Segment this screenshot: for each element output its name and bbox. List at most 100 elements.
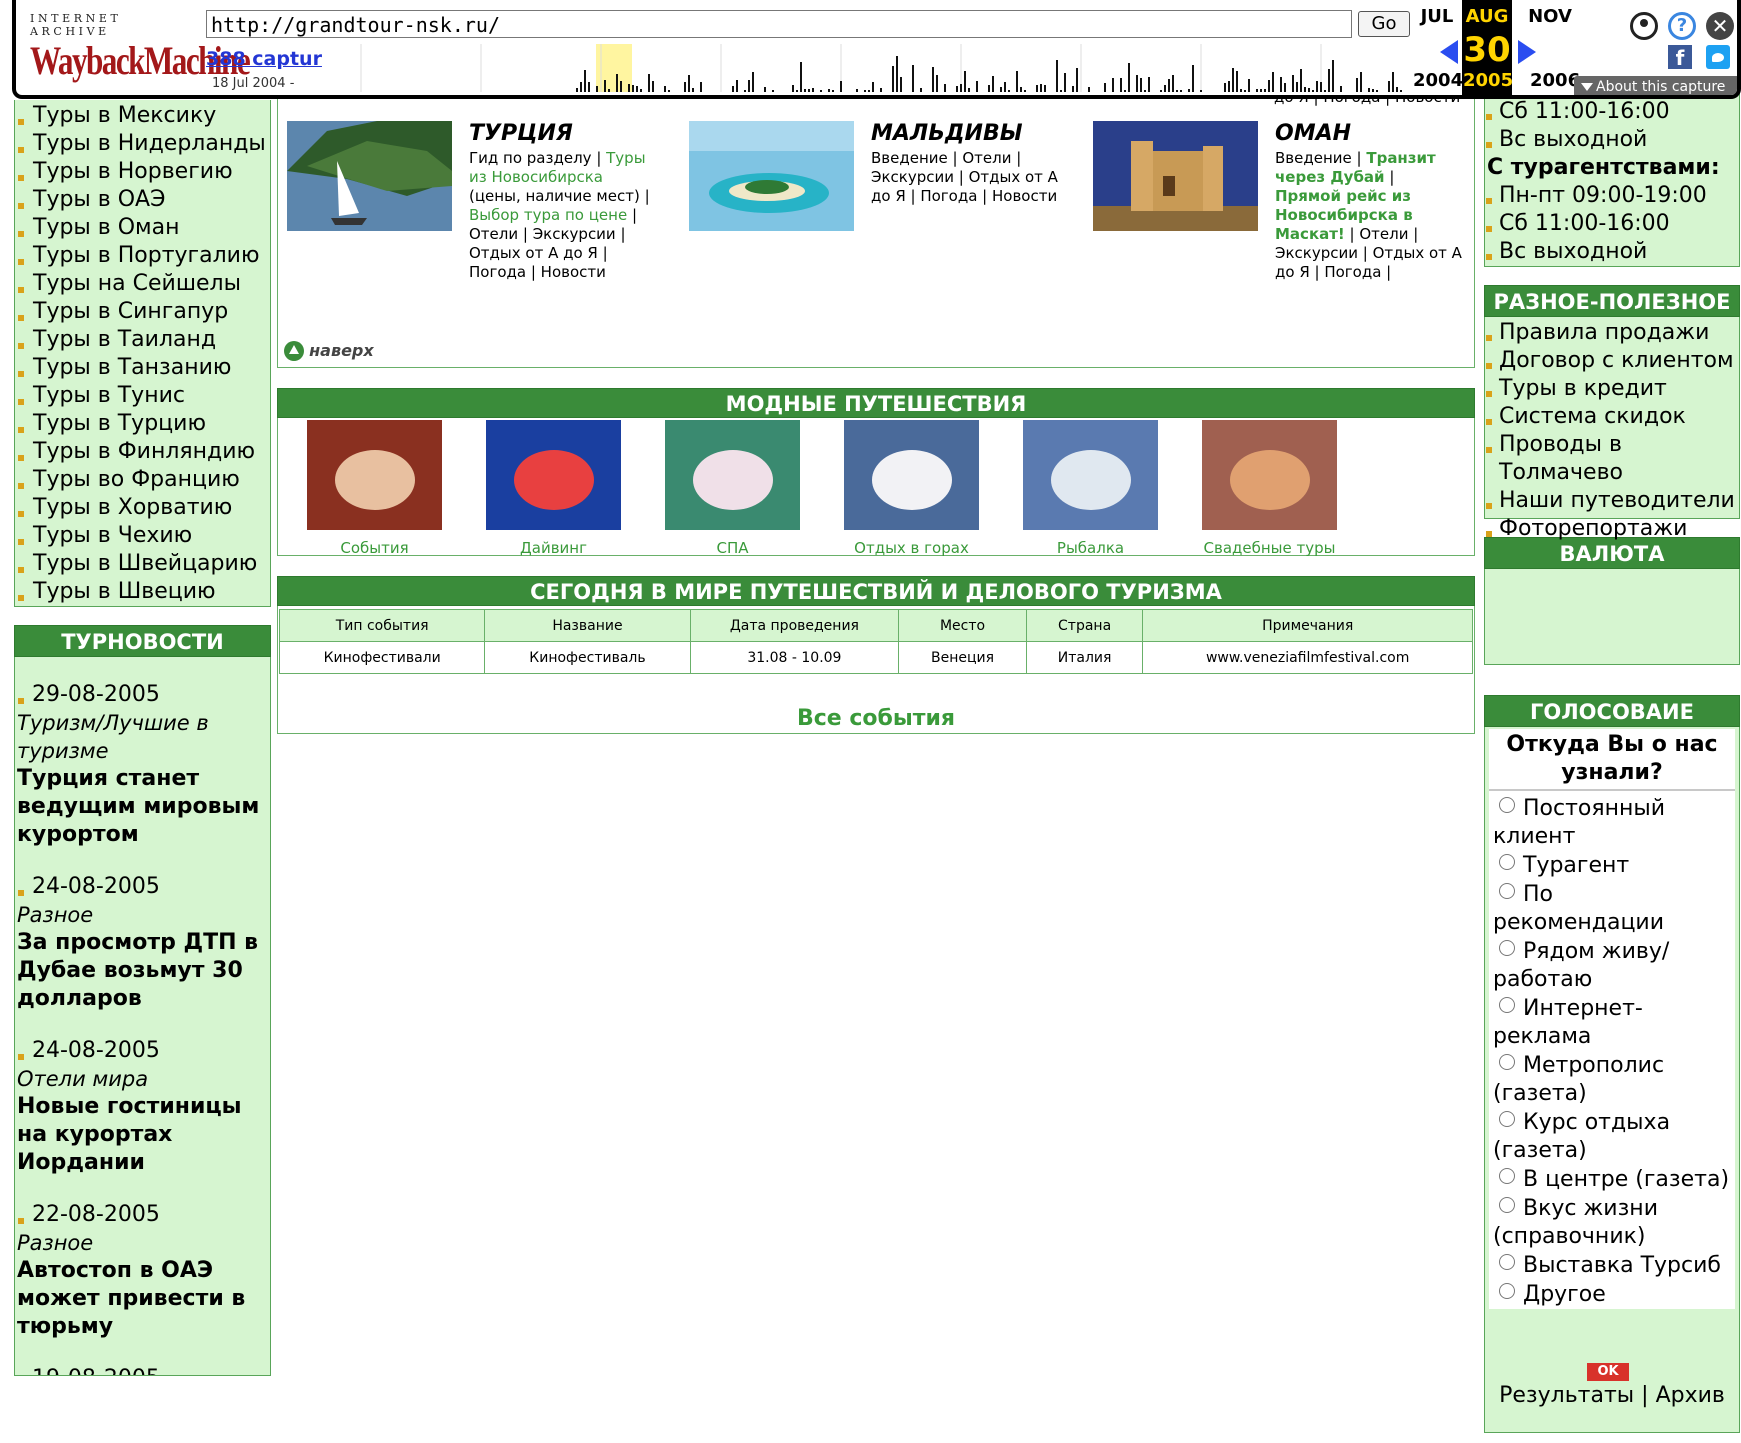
country-menu-item[interactable]: Туры на Сейшелы [15, 270, 270, 298]
fashion-tile-label[interactable]: Свадебные туры [1202, 539, 1337, 557]
poll-radio[interactable] [1499, 883, 1515, 899]
country-menu-item[interactable]: Туры в Чехию [15, 522, 270, 550]
poll-results-link[interactable]: Результаты [1499, 1383, 1634, 1408]
wayback-logo[interactable]: INTERNET ARCHIVE WaybackMachine [30, 12, 251, 88]
facebook-icon[interactable]: f [1668, 45, 1692, 70]
poll-archive-link[interactable]: Архив [1656, 1383, 1725, 1408]
fashion-tile[interactable]: СПА [665, 420, 800, 557]
country-menu-item[interactable]: Туры в Тунис [15, 382, 270, 410]
country-menu-item[interactable]: Туры в Таиланд [15, 326, 270, 354]
poll-radio[interactable] [1499, 1283, 1515, 1299]
turkey-image[interactable] [287, 121, 452, 231]
maldives-image[interactable] [689, 121, 854, 231]
help-icon[interactable]: ? [1668, 12, 1696, 40]
country-menu-item[interactable]: Туры в Танзанию [15, 354, 270, 382]
poll-option[interactable]: По рекомендации [1493, 881, 1731, 937]
fashion-tile-image[interactable] [307, 420, 442, 530]
useful-item[interactable]: Договор с клиентом [1485, 347, 1739, 375]
oman-image[interactable] [1093, 121, 1258, 231]
poll-radio[interactable] [1499, 1168, 1515, 1184]
poll-radio[interactable] [1499, 1054, 1515, 1070]
capture-sparkline[interactable] [326, 44, 1406, 92]
fashion-tile-image[interactable] [1202, 420, 1337, 530]
poll-radio[interactable] [1499, 854, 1515, 870]
poll-option[interactable]: Интернет-реклама [1493, 995, 1731, 1051]
back-to-top[interactable]: наверх [284, 340, 374, 362]
fashion-tile-image[interactable] [665, 420, 800, 530]
useful-item[interactable]: Наши путеводители [1485, 487, 1739, 515]
useful-item[interactable]: Туры в кредит [1485, 375, 1739, 403]
country-menu-item[interactable]: Туры в Финляндию [15, 438, 270, 466]
news-item[interactable]: 22-08-2005 Разное Автостоп в ОАЭ может при… [17, 1201, 268, 1341]
news-title[interactable]: Новые гостиницы на курортах Иордании [17, 1093, 268, 1177]
news-category[interactable]: Разное [17, 901, 268, 929]
country-menu-item[interactable]: Туры в Оман [15, 214, 270, 242]
poll-radio[interactable] [1499, 1254, 1515, 1270]
news-item[interactable]: 24-08-2005 Отели мира Новые гостиницы на к… [17, 1037, 268, 1177]
country-menu-item[interactable]: Туры в Мексику [15, 102, 270, 130]
maldives-title[interactable]: МАЛЬДИВЫ [871, 121, 1023, 146]
news-category[interactable]: Отели мира [17, 1065, 268, 1093]
turkey-title[interactable]: ТУРЦИЯ [469, 121, 573, 146]
poll-option[interactable]: Вкус жизни (справочник) [1493, 1195, 1731, 1251]
go-button[interactable]: Go [1358, 11, 1410, 37]
news-item[interactable]: 19-08-2005 [17, 1365, 268, 1375]
news-title[interactable]: Автостоп в ОАЭ может привести в тюрьму [17, 1257, 268, 1341]
news-category[interactable]: Разное [17, 1229, 268, 1257]
news-category[interactable]: Туризм/Лучшие в туризме [17, 709, 268, 765]
news-title[interactable]: За просмотр ДТП в Дубае возьмут 30 долла… [17, 929, 268, 1013]
country-menu-item[interactable]: Туры в Турцию [15, 410, 270, 438]
poll-ok-button[interactable]: OK [1587, 1363, 1629, 1381]
prev-year[interactable]: 2004 [1413, 70, 1463, 91]
twitter-icon[interactable] [1706, 45, 1730, 69]
poll-option[interactable]: Постоянный клиент [1493, 795, 1731, 851]
country-menu-item[interactable]: Туры в Норвегию [15, 158, 270, 186]
fashion-tile[interactable]: События [307, 420, 442, 557]
poll-radio[interactable] [1499, 797, 1515, 813]
country-menu-item[interactable]: Туры в Португалию [15, 242, 270, 270]
turkey-price-link[interactable]: Выбор тура по цене [469, 206, 627, 224]
next-year[interactable]: 2006 [1530, 70, 1580, 91]
fashion-tile[interactable]: Отдых в горах [844, 420, 979, 557]
fashion-tile[interactable]: Дайвинг [486, 420, 621, 557]
maldives-links[interactable]: Введение | Отели | Экскурсии | Отдых от … [871, 149, 1071, 206]
fashion-tile[interactable]: Рыбалка [1023, 420, 1158, 557]
fashion-tile-image[interactable] [1023, 420, 1158, 530]
about-capture-button[interactable]: About this capture [1574, 76, 1737, 95]
poll-option[interactable]: Другое [1493, 1281, 1731, 1309]
fashion-tile-label[interactable]: Рыбалка [1023, 539, 1158, 557]
useful-item[interactable]: Проводы в Толмачево [1485, 431, 1739, 487]
poll-option[interactable]: Выставка Турсиб [1493, 1252, 1731, 1280]
prev-month[interactable]: JUL [1413, 6, 1461, 27]
next-month[interactable]: NOV [1526, 6, 1574, 27]
url-input[interactable]: http://grandtour-nsk.ru/ [206, 10, 1352, 38]
news-item[interactable]: 24-08-2005 Разное За просмотр ДТП в Дубае … [17, 873, 268, 1013]
all-events-link[interactable]: Все события [277, 706, 1475, 731]
poll-radio[interactable] [1499, 1111, 1515, 1127]
country-menu-item[interactable]: Туры в Нидерланды [15, 130, 270, 158]
next-capture-arrow-icon[interactable] [1518, 40, 1536, 64]
close-icon[interactable]: ✕ [1706, 12, 1734, 40]
useful-item[interactable]: Система скидок [1485, 403, 1739, 431]
fashion-tile-label[interactable]: События [307, 539, 442, 557]
poll-radio[interactable] [1499, 1197, 1515, 1213]
poll-option[interactable]: В центре (газета) [1493, 1166, 1731, 1194]
fashion-tile-label[interactable]: Отдых в горах [844, 539, 979, 557]
fashion-tile[interactable]: Свадебные туры [1202, 420, 1337, 557]
country-menu-item[interactable]: Туры в Хорватию [15, 494, 270, 522]
news-item[interactable]: 29-08-2005 Туризм/Лучшие в туризме Турция … [17, 681, 268, 849]
poll-option[interactable]: Метрополис (газета) [1493, 1052, 1731, 1108]
country-menu-item[interactable]: Туры в ОАЭ [15, 186, 270, 214]
fashion-tile-label[interactable]: Дайвинг [486, 539, 621, 557]
country-menu-item[interactable]: Туры в Швейцарию [15, 550, 270, 578]
poll-option[interactable]: Курс отдыха (газета) [1493, 1109, 1731, 1165]
oman-title[interactable]: ОМАН [1275, 121, 1351, 146]
captures-link[interactable]: 388 captur [206, 48, 322, 70]
user-icon[interactable] [1630, 12, 1658, 40]
poll-radio[interactable] [1499, 997, 1515, 1013]
country-menu-item[interactable]: Туры во Францию [15, 466, 270, 494]
fashion-tile-label[interactable]: СПА [665, 539, 800, 557]
poll-radio[interactable] [1499, 940, 1515, 956]
fashion-tile-image[interactable] [844, 420, 979, 530]
useful-item[interactable]: Правила продажи [1485, 319, 1739, 347]
